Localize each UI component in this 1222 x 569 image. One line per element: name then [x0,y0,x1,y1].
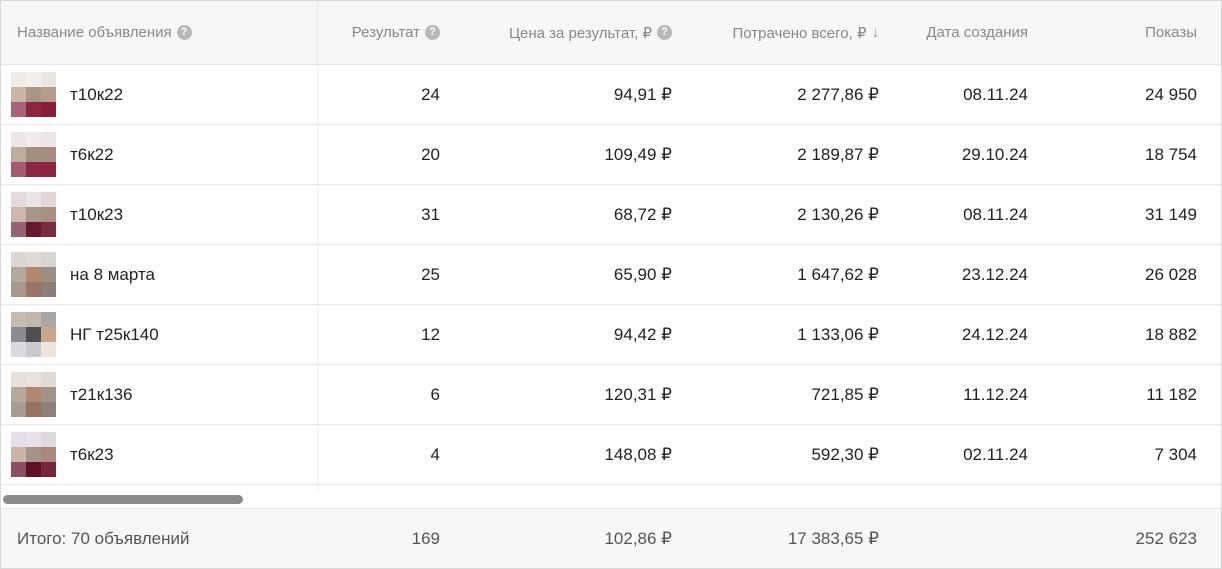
ad-thumbnail [11,72,56,117]
ad-name[interactable]: т10к22 [70,85,123,105]
cell-results: 25 [421,264,440,284]
cell-created: 24.12.24 [961,324,1028,344]
cell-spent: 2 130,26 ₽ [797,204,879,224]
header-impressions[interactable]: Показы [1033,1,1197,64]
ad-name-cell[interactable]: т10к23 [11,185,311,244]
ad-name-cell[interactable]: т6к23 [11,425,311,484]
header-name[interactable]: Название объявления ? [17,1,317,64]
cell-price: 68,72 ₽ [613,204,672,224]
cell-impressions: 26 028 [1145,264,1197,284]
header-spent[interactable]: Потрачено всего, ₽ ↓ [677,1,879,64]
cell-spent: 592,30 ₽ [811,444,879,464]
ad-name-cell[interactable]: НГ т25к140 [11,305,311,364]
cell-impressions: 11 182 [1146,384,1197,404]
footer-price: 102,86 ₽ [604,529,672,548]
sticky-column-shadow [317,1,319,491]
ad-thumbnail [11,432,56,477]
cell-created: 23.12.24 [961,264,1028,284]
cell-created: 29.10.24 [961,144,1028,164]
cell-results: 6 [430,384,440,404]
cell-impressions: 18 882 [1145,324,1197,344]
ad-name-cell[interactable]: на 8 марта [11,245,311,304]
table-row[interactable]: т6к22 20 109,49 ₽ 2 189,87 ₽ 29.10.24 18… [1,125,1221,185]
cell-price: 148,08 ₽ [604,444,672,464]
cell-impressions: 18 754 [1145,144,1197,164]
footer-spent: 17 383,65 ₽ [787,529,879,548]
cell-created: 08.11.24 [963,84,1028,104]
table-row[interactable]: т10к23 31 68,72 ₽ 2 130,26 ₽ 08.11.24 31… [1,185,1221,245]
ad-name[interactable]: т6к23 [70,445,114,465]
header-spent-label: Потрачено всего, ₽ [732,24,867,42]
cell-results: 12 [421,324,440,344]
ad-thumbnail [11,132,56,177]
help-icon[interactable]: ? [657,25,672,40]
ad-thumbnail [11,312,56,357]
ad-thumbnail [11,252,56,297]
help-icon[interactable]: ? [176,25,192,40]
sort-desc-icon: ↓ [871,24,880,41]
cell-spent: 1 647,62 ₽ [797,264,879,284]
header-price-label: Цена за результат, ₽ [508,24,652,42]
footer-impressions: 252 623 [1135,529,1197,548]
header-created-label: Дата создания [926,24,1028,41]
ad-thumbnail [11,192,56,237]
header-name-label: Название объявления [17,24,172,41]
table-row[interactable]: т21к136 6 120,31 ₽ 721,85 ₽ 11.12.24 11 … [1,365,1221,425]
ad-name[interactable]: на 8 марта [70,265,155,285]
ad-name-cell[interactable]: т21к136 [11,365,311,424]
cell-impressions: 7 304 [1154,444,1197,464]
ad-name[interactable]: т10к23 [70,205,123,225]
cell-results: 31 [421,204,440,224]
header-results-label: Результат [351,24,420,41]
table-row[interactable]: на 8 марта 25 65,90 ₽ 1 647,62 ₽ 23.12.2… [1,245,1221,305]
header-created[interactable]: Дата создания [884,1,1028,64]
table-row[interactable]: НГ т25к140 12 94,42 ₽ 1 133,06 ₽ 24.12.2… [1,305,1221,365]
footer-results: 169 [411,529,440,548]
table-row[interactable]: т10к22 24 94,91 ₽ 2 277,86 ₽ 08.11.24 24… [1,65,1221,125]
ad-name-cell[interactable]: т10к22 [11,65,311,124]
cell-spent: 1 133,06 ₽ [797,324,879,344]
ads-table: Название объявления ? Результат ? Цена з… [0,0,1222,569]
cell-price: 94,91 ₽ [613,84,672,104]
cell-impressions: 31 149 [1145,204,1197,224]
horizontal-scrollbar-thumb[interactable] [3,495,243,504]
ad-name[interactable]: т21к136 [70,385,133,405]
header-results[interactable]: Результат ? [321,1,440,64]
cell-created: 02.11.24 [963,444,1028,464]
table-row[interactable]: т6к23 4 148,08 ₽ 592,30 ₽ 02.11.24 7 304 [1,425,1221,485]
horizontal-scrollbar[interactable] [1,491,1221,508]
header-impressions-label: Показы [1145,24,1197,41]
ad-name[interactable]: т6к22 [70,145,114,165]
cell-price: 120,31 ₽ [604,384,672,404]
cell-spent: 2 189,87 ₽ [797,144,879,164]
header-price[interactable]: Цена за результат, ₽ ? [445,1,672,64]
cell-results: 24 [421,84,440,104]
cell-created: 08.11.24 [963,204,1028,224]
table-footer-totals: Итого: 70 объявлений 169 102,86 ₽ 17 383… [1,508,1221,568]
cell-impressions: 24 950 [1145,84,1197,104]
cell-results: 4 [430,444,440,464]
ad-name[interactable]: НГ т25к140 [70,325,159,345]
table-header: Название объявления ? Результат ? Цена з… [1,1,1221,65]
ad-thumbnail [11,372,56,417]
help-icon[interactable]: ? [425,25,440,40]
cell-price: 109,49 ₽ [604,144,672,164]
cell-created: 11.12.24 [963,384,1028,404]
cell-results: 20 [421,144,440,164]
ad-name-cell[interactable]: т6к22 [11,125,311,184]
cell-spent: 721,85 ₽ [811,384,879,404]
cell-price: 94,42 ₽ [613,324,672,344]
cell-price: 65,90 ₽ [613,264,672,284]
footer-label: Итого: 70 объявлений [17,529,190,548]
cell-spent: 2 277,86 ₽ [797,84,879,104]
